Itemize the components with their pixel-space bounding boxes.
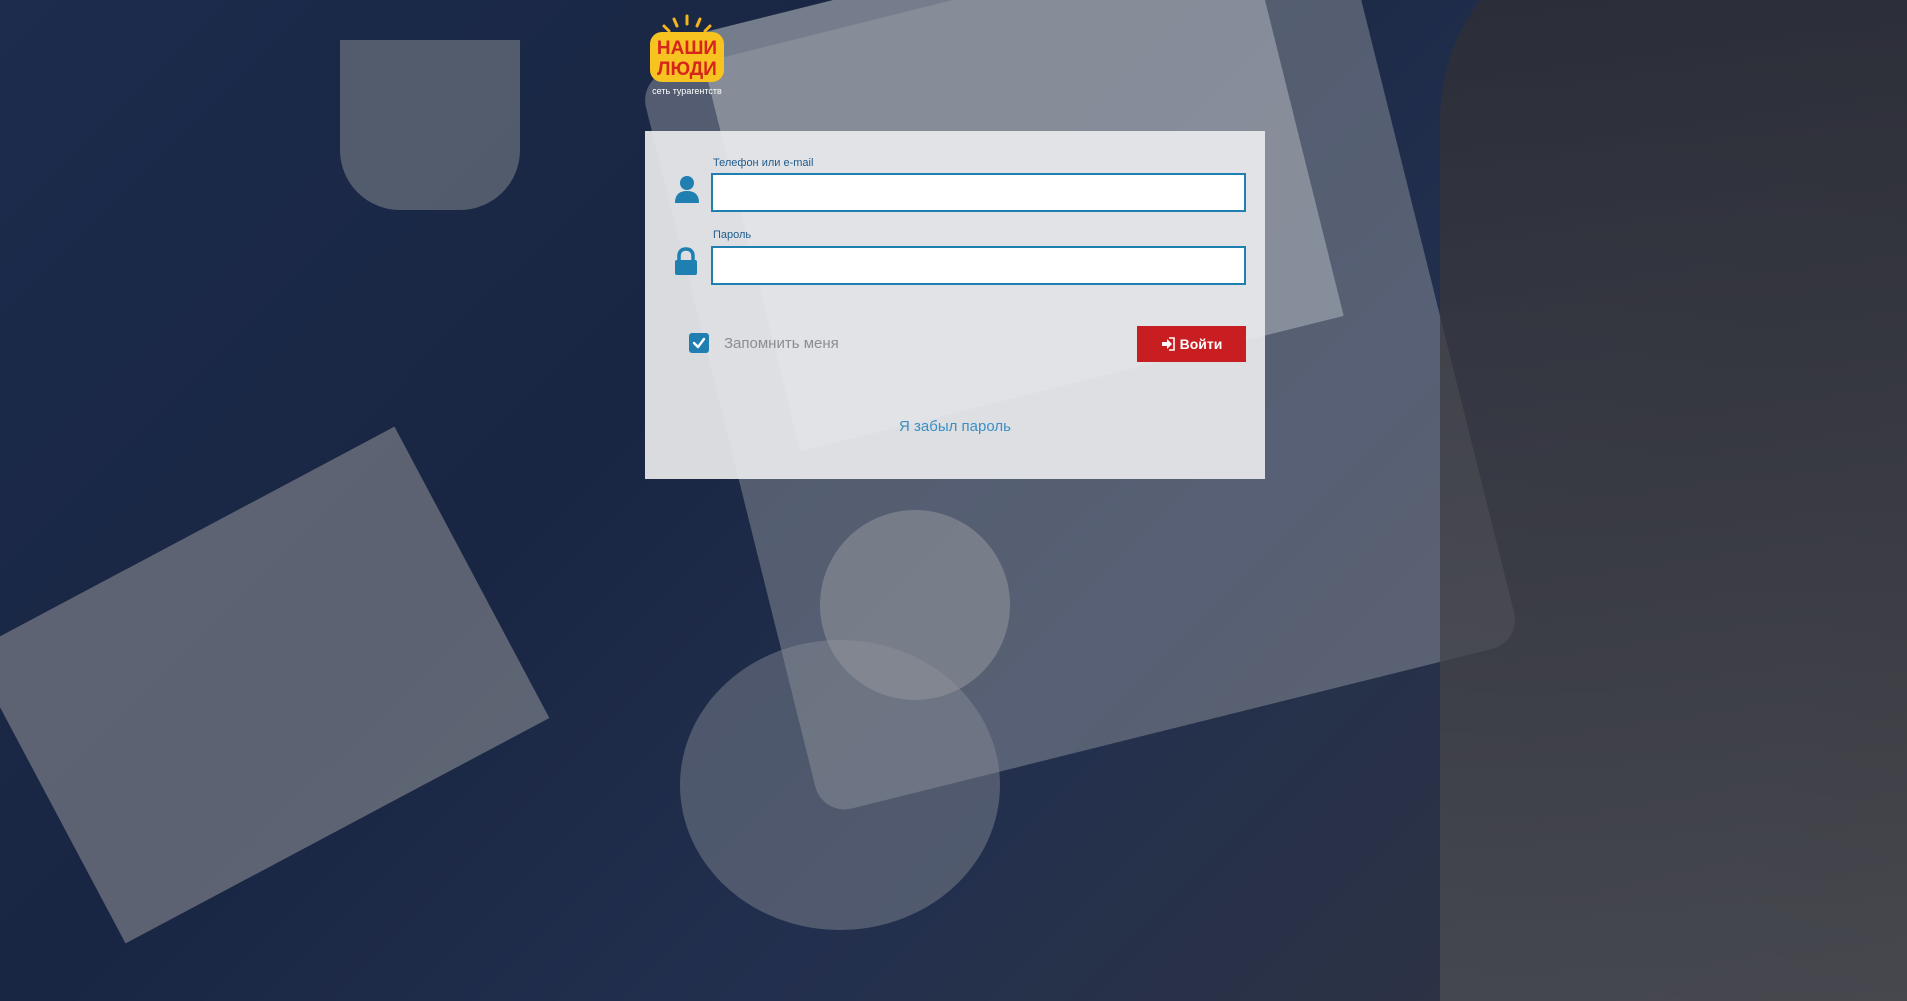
remember-label: Запомнить меня xyxy=(724,334,839,352)
sign-in-icon xyxy=(1161,337,1175,351)
brand-logo: НАШИ ЛЮДИ сеть турагентств xyxy=(644,14,730,100)
remember-checkbox[interactable] xyxy=(689,333,709,353)
password-field-label: Пароль xyxy=(713,229,752,241)
remember-me[interactable]: Запомнить меня xyxy=(689,331,839,355)
logo-line1: НАШИ xyxy=(657,38,717,59)
logo-tagline: сеть турагентств xyxy=(652,86,722,96)
login-button-label: Войти xyxy=(1179,336,1223,352)
lock-icon xyxy=(673,247,699,277)
login-button[interactable]: Войти xyxy=(1137,326,1246,362)
login-field-label: Телефон или e-mail xyxy=(713,157,814,169)
logo-line2: ЛЮДИ xyxy=(657,59,717,80)
password-input[interactable] xyxy=(711,246,1246,285)
check-icon xyxy=(692,337,706,349)
login-panel: Телефон или e-mail Пароль Запомнить меня xyxy=(645,131,1265,479)
login-input[interactable] xyxy=(711,173,1246,212)
user-icon xyxy=(674,174,700,204)
forgot-password-link[interactable]: Я забыл пароль xyxy=(645,418,1265,435)
